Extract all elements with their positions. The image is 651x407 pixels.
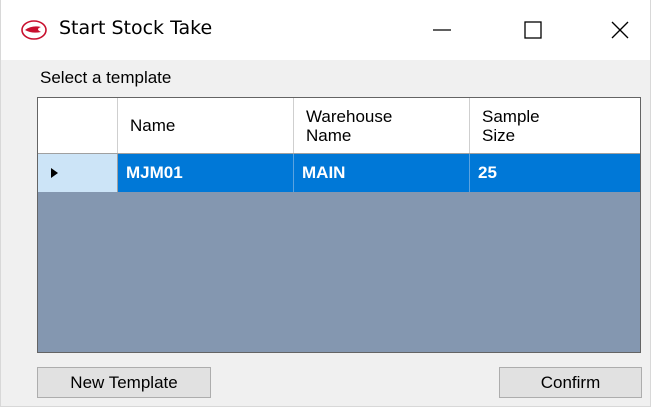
select-template-label: Select a template	[40, 68, 172, 87]
close-icon	[611, 21, 628, 39]
cell-warehouse-name[interactable]: MAIN	[294, 154, 470, 192]
confirm-button[interactable]: Confirm	[499, 367, 642, 398]
minimize-icon	[433, 29, 451, 31]
table-row[interactable]: MJM01 MAIN 25	[38, 154, 640, 192]
column-header-warehouse-name[interactable]: Warehouse Name	[294, 98, 470, 153]
window-title: Start Stock Take	[59, 17, 213, 39]
column-header-name[interactable]: Name	[118, 98, 294, 153]
app-logo-icon	[21, 20, 47, 40]
minimize-button[interactable]	[407, 0, 477, 60]
cell-name[interactable]: MJM01	[118, 154, 294, 192]
close-button[interactable]	[589, 0, 650, 60]
grid-header: Name Warehouse Name Sample Size	[38, 98, 640, 154]
maximize-icon	[524, 21, 542, 39]
row-header[interactable]	[38, 154, 118, 192]
row-header-corner[interactable]	[38, 98, 118, 153]
column-header-warehouse-name-label: Warehouse Name	[306, 106, 393, 145]
current-row-arrow-icon	[51, 168, 58, 178]
new-template-button[interactable]: New Template	[37, 367, 211, 398]
column-header-sample-size[interactable]: Sample Size	[470, 98, 640, 153]
maximize-button[interactable]	[498, 0, 568, 60]
start-stock-take-window: Start Stock Take Select a template Name	[0, 0, 651, 407]
column-header-sample-size-label: Sample Size	[482, 106, 540, 145]
title-bar[interactable]: Start Stock Take	[1, 0, 650, 60]
cell-sample-size[interactable]: 25	[470, 154, 640, 192]
templates-grid[interactable]: Name Warehouse Name Sample Size MJM01 MA…	[37, 97, 641, 353]
column-header-name-label: Name	[130, 116, 176, 135]
